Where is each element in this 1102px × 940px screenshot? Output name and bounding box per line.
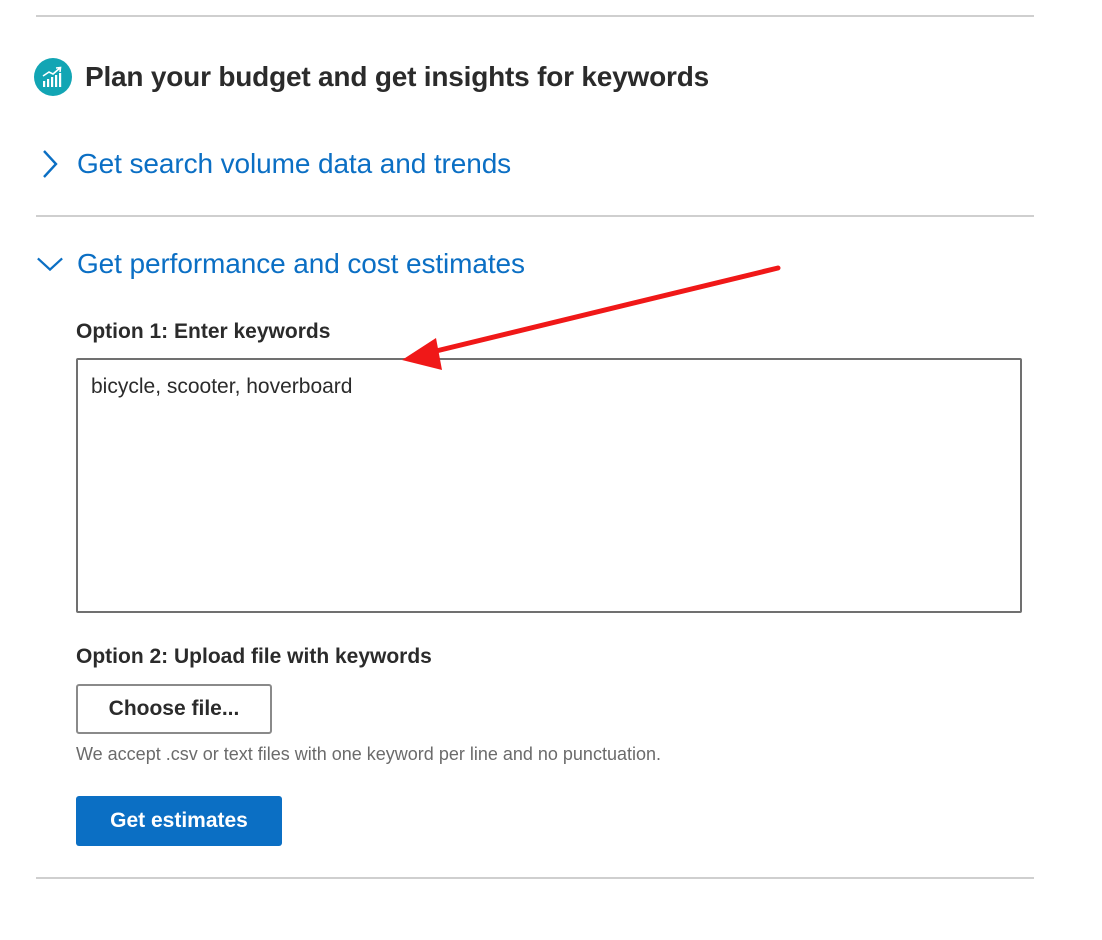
top-divider — [36, 15, 1034, 17]
bottom-divider — [36, 877, 1034, 879]
section-header: Plan your budget and get insights for ke… — [34, 58, 709, 96]
option1-label: Option 1: Enter keywords — [76, 320, 331, 343]
chevron-down-icon — [36, 243, 64, 285]
accordion-performance-estimates[interactable]: Get performance and cost estimates — [36, 243, 525, 285]
upload-help-text: We accept .csv or text files with one ke… — [76, 744, 661, 764]
choose-file-button[interactable]: Choose file... — [76, 684, 272, 734]
accordion-search-volume[interactable]: Get search volume data and trends — [36, 143, 511, 185]
chart-growth-icon — [34, 58, 72, 96]
page-title: Plan your budget and get insights for ke… — [85, 61, 709, 92]
accordion-performance-estimates-label: Get performance and cost estimates — [77, 248, 525, 279]
keywords-input[interactable]: bicycle, scooter, hoverboard — [76, 358, 1022, 613]
accordion-search-volume-label: Get search volume data and trends — [77, 148, 512, 179]
chevron-right-icon — [36, 143, 64, 185]
section-divider — [36, 215, 1034, 217]
option2-label: Option 2: Upload file with keywords — [76, 645, 432, 668]
get-estimates-button[interactable]: Get estimates — [76, 796, 282, 846]
